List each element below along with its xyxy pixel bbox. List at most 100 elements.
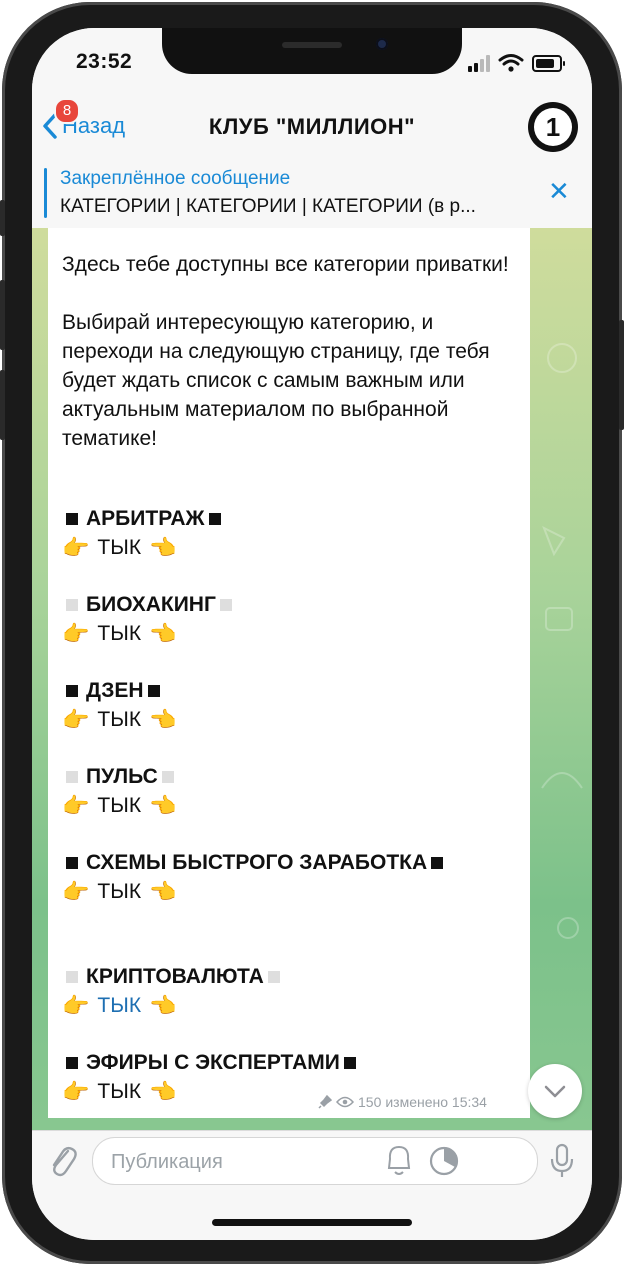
category-link-row: 👉 ТЫК 👈 <box>62 533 522 562</box>
square-icon <box>343 1056 356 1069</box>
intro-text-2: Выбирай интересующую категорию, и перехо… <box>62 311 490 450</box>
home-indicator <box>212 1219 412 1226</box>
timer-icon[interactable] <box>426 1141 462 1181</box>
bell-icon[interactable] <box>384 1141 414 1181</box>
category-title: СХЕМЫ БЫСТРОГО ЗАРАБОТКА <box>62 848 522 877</box>
category-title: КРИПТОВАЛЮТА <box>62 962 522 991</box>
square-icon <box>66 856 78 869</box>
message-input[interactable]: Публикация <box>92 1137 538 1185</box>
square-icon <box>66 684 78 697</box>
square-icon <box>66 598 78 611</box>
message-intro: Здесь тебе доступны все категории приват… <box>62 250 522 453</box>
intro-text: Здесь тебе доступны все категории приват… <box>62 253 509 276</box>
speaker <box>282 42 342 48</box>
category-name: ЭФИРЫ С ЭКСПЕРТАМИ <box>86 1051 340 1074</box>
chat-area[interactable]: Здесь тебе доступны все категории приват… <box>32 228 592 1130</box>
square-icon <box>66 512 78 525</box>
category-link[interactable]: ТЫК <box>97 705 141 734</box>
category-link[interactable]: ТЫК <box>97 1077 141 1106</box>
category-title: АРБИТРАЖ <box>62 504 522 533</box>
square-icon <box>66 1056 78 1069</box>
pinned-indicator <box>44 168 47 218</box>
square-icon <box>66 970 78 983</box>
category-name: СХЕМЫ БЫСТРОГО ЗАРАБОТКА <box>86 851 428 874</box>
channel-title[interactable]: КЛУБ "МИЛЛИОН" <box>32 114 592 140</box>
view-count: 150 <box>358 1094 382 1110</box>
wallpaper-pattern <box>541 343 583 939</box>
square-icon <box>219 598 232 611</box>
pointing-left-icon: 👈 <box>149 535 177 560</box>
square-icon <box>66 770 78 783</box>
category-item: ПУЛЬС 👉 ТЫК 👈 <box>62 762 522 820</box>
input-bar: Публикация <box>32 1130 592 1240</box>
category-link-row: 👉 ТЫК 👈 <box>62 877 522 906</box>
category-title: БИОХАКИНГ <box>62 590 522 619</box>
category-link[interactable]: ТЫК <box>97 991 141 1020</box>
status-bar: 23:52 <box>32 28 592 92</box>
category-link[interactable]: ТЫК <box>97 533 141 562</box>
message-meta: 150 изменено 15:34 <box>318 1094 487 1110</box>
paperclip-icon[interactable] <box>46 1141 78 1181</box>
category-item: БИОХАКИНГ 👉 ТЫК 👈 <box>62 590 522 648</box>
square-icon <box>161 770 174 783</box>
category-link-row: 👉 ТЫК 👈 <box>62 991 522 1020</box>
screen: 23:52 Назад 8 КЛУБ "МИЛЛИОН" 1 Закреплён… <box>32 28 592 1240</box>
pinned-text: КАТЕГОРИИ | КАТЕГОРИИ | КАТЕГОРИИ (в р..… <box>60 196 476 217</box>
nav-bar: Назад 8 КЛУБ "МИЛЛИОН" 1 <box>32 92 592 159</box>
category-link-row: 👉 ТЫК 👈 <box>62 705 522 734</box>
clock: 23:52 <box>76 50 133 73</box>
pointing-left-icon: 👈 <box>149 793 177 818</box>
microphone-icon[interactable] <box>548 1141 576 1181</box>
chevron-down-icon <box>544 1085 566 1098</box>
power-button <box>619 320 624 430</box>
pointing-left-icon: 👈 <box>149 879 177 904</box>
pinned-message-bar[interactable]: Закреплённое сообщение КАТЕГОРИИ | КАТЕГ… <box>32 158 592 229</box>
category-link-row: 👉 ТЫК 👈 <box>62 791 522 820</box>
eye-icon <box>336 1096 354 1108</box>
square-icon <box>208 512 221 525</box>
category-title: ДЗЕН <box>62 676 522 705</box>
category-name: ПУЛЬС <box>86 765 158 788</box>
category-link[interactable]: ТЫК <box>97 791 141 820</box>
square-icon <box>431 856 444 869</box>
scroll-down-button[interactable] <box>528 1064 582 1118</box>
close-icon[interactable]: ✕ <box>548 178 570 204</box>
pointing-right-icon: 👉 <box>62 535 90 560</box>
pointing-left-icon: 👈 <box>149 1079 177 1104</box>
category-item: КРИПТОВАЛЮТА 👉 ТЫК 👈 <box>62 962 522 1020</box>
category-name: КРИПТОВАЛЮТА <box>86 965 264 988</box>
category-item: ДЗЕН 👉 ТЫК 👈 <box>62 676 522 734</box>
category-link-row: 👉 ТЫК 👈 <box>62 619 522 648</box>
square-icon <box>267 970 280 983</box>
square-icon <box>147 684 160 697</box>
pin-icon <box>318 1095 332 1109</box>
pointing-right-icon: 👉 <box>62 621 90 646</box>
category-link[interactable]: ТЫК <box>97 877 141 906</box>
category-name: БИОХАКИНГ <box>86 593 216 616</box>
edited-label: изменено 15:34 <box>385 1094 487 1110</box>
battery-icon <box>532 55 565 72</box>
category-link[interactable]: ТЫК <box>97 619 141 648</box>
message-bubble[interactable]: Здесь тебе доступны все категории приват… <box>48 228 530 1118</box>
pinned-title: Закреплённое сообщение <box>60 168 291 189</box>
pointing-right-icon: 👉 <box>62 707 90 732</box>
category-name: ДЗЕН <box>86 679 144 702</box>
front-camera <box>376 38 388 50</box>
avatar-label: 1 <box>534 108 572 146</box>
volume-up-button <box>0 280 5 350</box>
notch <box>162 28 462 74</box>
channel-avatar[interactable]: 1 <box>528 102 578 152</box>
input-placeholder: Публикация <box>111 1151 223 1173</box>
category-name: АРБИТРАЖ <box>86 507 205 530</box>
pointing-left-icon: 👈 <box>149 993 177 1018</box>
pointing-left-icon: 👈 <box>149 707 177 732</box>
category-title: ПУЛЬС <box>62 762 522 791</box>
pointing-right-icon: 👉 <box>62 993 90 1018</box>
category-title: ЭФИРЫ С ЭКСПЕРТАМИ <box>62 1048 522 1077</box>
pointing-left-icon: 👈 <box>149 621 177 646</box>
mute-switch <box>0 200 5 236</box>
category-item: АРБИТРАЖ 👉 ТЫК 👈 <box>62 504 522 562</box>
pointing-right-icon: 👉 <box>62 879 90 904</box>
pointing-right-icon: 👉 <box>62 793 90 818</box>
category-item: СХЕМЫ БЫСТРОГО ЗАРАБОТКА 👉 ТЫК 👈 <box>62 848 522 906</box>
